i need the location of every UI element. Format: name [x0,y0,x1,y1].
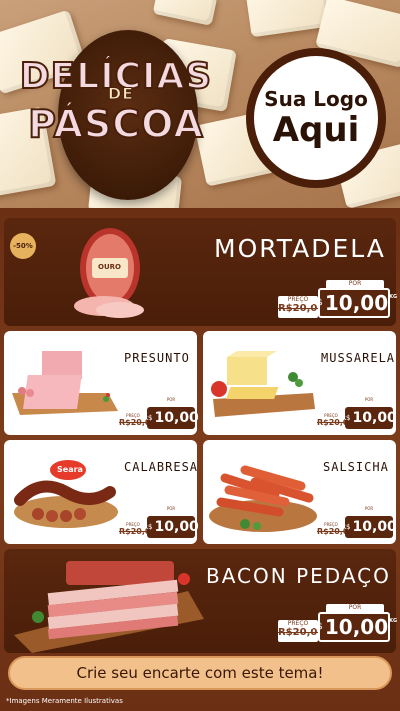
product-card-presunto[interactable]: PRESUNTO PREÇO R$20,00 POR R$ 10,00 [4,331,199,435]
featured-product-name: MORTADELA [214,234,386,263]
logo-placeholder[interactable]: Sua Logo Aqui [246,48,386,188]
bacon-price-tag: PREÇO R$20,00 POR R$ 10,00 KG [278,604,397,642]
hero-title-line2: DE [107,84,135,104]
product-name: MUSSARELA [321,351,396,365]
new-price-box: R$ 10,00 KG [311,612,397,642]
bacon-illustration [14,561,204,653]
currency-symbol: R$ [341,523,351,531]
currency-symbol: R$ [310,298,323,308]
new-price: 10,00 [324,615,389,639]
new-price-box: R$ 10,00 [341,407,397,429]
currency-symbol: R$ [310,622,323,632]
salsicha-illustration [209,465,317,532]
price-tag: PREÇO R$20,00 POR R$ 10,00 [119,506,199,538]
bacon-product-name: BACON PEDAÇO [206,564,391,588]
mussarela-illustration [211,351,315,417]
mortadela-illustration [74,228,144,318]
brand-seara-label: Seara [57,465,83,474]
presunto-illustration [12,351,118,415]
new-price-box: R$ 10,00 [143,407,199,429]
product-card-salsicha[interactable]: SALSICHA PREÇO R$20,00 POR R$ 10,00 [203,440,397,544]
new-price: 10,00 [352,519,397,535]
product-card-calabresa[interactable]: Seara CALABRESA PREÇO R$20,00 POR R$ 10,… [4,440,199,544]
footnote: *Imagens Meramente Ilustrativas [6,697,123,705]
por-label: POR [153,397,189,405]
hero-title-line3: PÁSCOA [27,101,204,147]
new-price: 10,00 [154,519,199,535]
por-label: POR [351,506,387,514]
logo-text-line2: Aqui [272,110,360,150]
brand-ouro-label: OURO [98,263,121,271]
currency-symbol: R$ [143,523,153,531]
por-label: POR [153,506,189,514]
currency-symbol: R$ [143,414,153,422]
product-name: SALSICHA [323,460,389,474]
hero-banner: DELÍCIAS DE PÁSCOA Sua Logo Aqui [0,0,400,208]
featured-price-tag: PREÇO R$20,00 POR R$ 10,00 KG [278,280,397,318]
currency-symbol: R$ [341,414,351,422]
unit-label: KG [389,618,398,624]
price-tag: PREÇO R$20,00 POR R$ 10,00 [119,397,199,429]
new-price: 10,00 [352,410,397,426]
chocolate-piece [152,0,218,26]
new-price-box: R$ 10,00 KG [311,288,397,318]
discount-badge: -50% [10,233,36,259]
new-price: 10,00 [154,410,199,426]
product-name: CALABRESA [124,460,199,474]
new-price: 10,00 [324,291,389,315]
logo-text-line1: Sua Logo [264,87,368,111]
price-tag: PREÇO R$20,00 POR R$ 10,00 [317,397,397,429]
product-card-mussarela[interactable]: MUSSARELA PREÇO R$20,00 POR R$ 10,00 [203,331,397,435]
product-name: PRESUNTO [124,351,190,365]
por-label: POR [351,397,387,405]
new-price-box: R$ 10,00 [341,516,397,538]
price-tag: PREÇO R$20,00 POR R$ 10,00 [317,506,397,538]
create-flyer-button[interactable]: Crie seu encarte com este tema! [8,656,392,690]
new-price-box: R$ 10,00 [143,516,199,538]
unit-label: KG [389,294,398,300]
